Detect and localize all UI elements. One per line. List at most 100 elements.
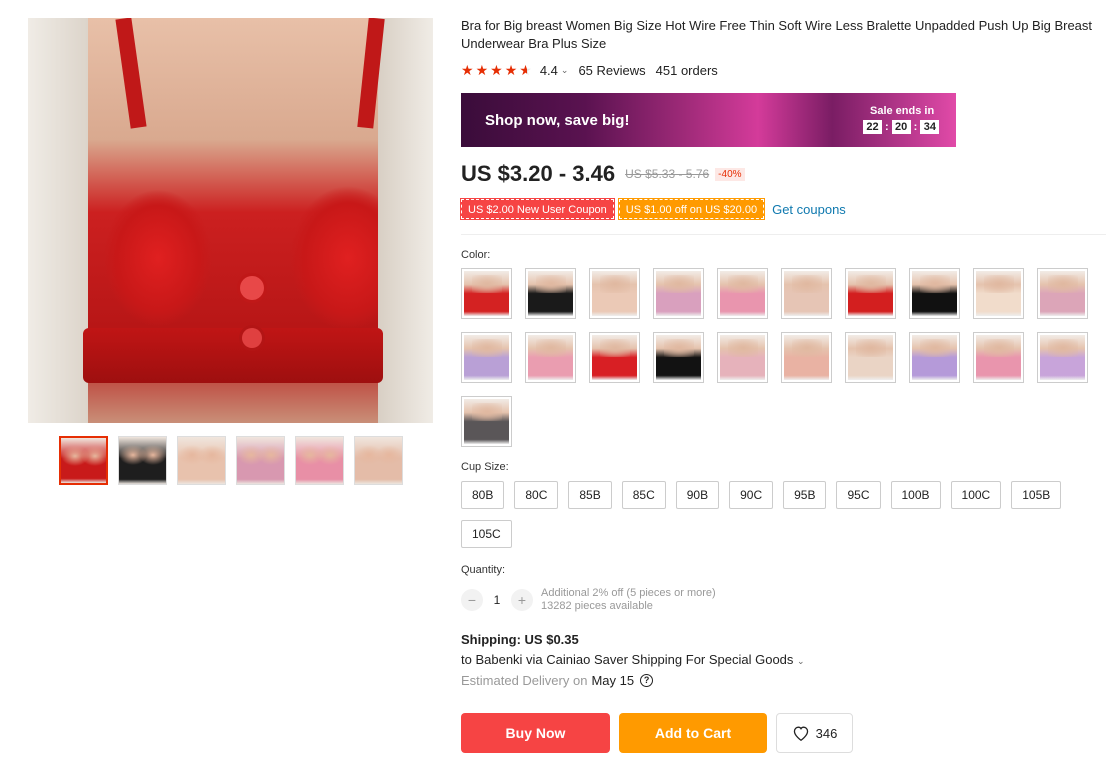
color-swatch[interactable]	[909, 332, 960, 383]
color-swatch[interactable]	[653, 268, 704, 319]
quantity-value[interactable]: 1	[483, 593, 511, 607]
color-swatch-image	[592, 335, 637, 380]
cup-size-option[interactable]: 90C	[729, 481, 774, 509]
cup-size-option[interactable]: 90B	[675, 481, 720, 509]
color-swatch[interactable]	[525, 332, 576, 383]
sale-ends-label: Sale ends in	[870, 105, 935, 117]
star-icon: ★	[504, 62, 518, 78]
cup-size-option[interactable]: 80B	[461, 481, 505, 509]
cup-size-option[interactable]: 85C	[621, 481, 666, 509]
current-price: US $3.20 - 3.46	[461, 161, 616, 186]
color-swatch[interactable]	[461, 332, 512, 383]
color-swatch[interactable]	[461, 396, 512, 447]
color-swatch-image	[976, 335, 1021, 380]
buy-now-button[interactable]: Buy Now	[461, 713, 610, 753]
band-decor	[83, 328, 383, 383]
shipping-method[interactable]: to Babenki via Cainiao Saver Shipping Fo…	[461, 652, 805, 667]
color-swatch-image	[848, 335, 893, 380]
gallery-thumbnail[interactable]	[177, 436, 226, 485]
color-swatch[interactable]	[845, 268, 896, 319]
color-swatch-image	[784, 335, 829, 380]
coupon-row: US $2.00 New User Coupon US $1.00 off on…	[460, 198, 846, 220]
countdown-timer: 22 : 20 : 34	[863, 120, 940, 134]
color-swatch-image	[1040, 271, 1085, 316]
cup-size-option[interactable]: 105C	[461, 520, 512, 548]
heart-icon	[793, 726, 808, 741]
color-swatch[interactable]	[973, 268, 1024, 319]
new-user-coupon[interactable]: US $2.00 New User Coupon	[460, 198, 615, 220]
color-swatch[interactable]	[589, 268, 640, 319]
gallery-thumbnail[interactable]	[295, 436, 344, 485]
shipping-method-text[interactable]: to Babenki via Cainiao Saver Shipping Fo…	[461, 652, 793, 667]
cup-size-option[interactable]: 100B	[890, 481, 941, 509]
rating-value[interactable]: 4.4	[540, 63, 558, 78]
cup-size-option[interactable]: 95C	[836, 481, 881, 509]
thumbnail-image	[61, 438, 106, 483]
color-swatch[interactable]	[1037, 332, 1088, 383]
product-main-image[interactable]	[28, 18, 433, 423]
flower-ornament-lower	[242, 328, 262, 348]
color-swatch[interactable]	[653, 332, 704, 383]
cup-size-option[interactable]: 85B	[568, 481, 612, 509]
color-swatch-image	[464, 335, 509, 380]
quantity-info: Additional 2% off (5 pieces or more) 132…	[541, 587, 716, 613]
question-icon[interactable]: ?	[640, 674, 654, 687]
color-swatch-image	[528, 271, 573, 316]
discount-badge: -40%	[715, 167, 745, 181]
color-swatch[interactable]	[717, 332, 768, 383]
cup-size-option[interactable]: 80C	[514, 481, 559, 509]
estimated-delivery: Estimated Delivery on May 15 ?	[461, 673, 654, 688]
gallery-thumbnail[interactable]	[118, 436, 167, 485]
color-swatch-image	[848, 271, 893, 316]
store-coupon[interactable]: US $1.00 off on US $20.00	[617, 198, 766, 220]
gallery-thumbnail[interactable]	[59, 436, 108, 485]
wishlist-count: 346	[815, 725, 838, 741]
color-swatch-grid	[461, 268, 1106, 447]
timer-colon: :	[913, 121, 918, 133]
divider	[461, 234, 1106, 235]
color-swatch[interactable]	[461, 268, 512, 319]
color-swatch-image	[528, 335, 573, 380]
star-half-icon: ★	[519, 62, 532, 78]
color-swatch[interactable]	[973, 332, 1024, 383]
color-swatch-image	[720, 271, 765, 316]
color-swatch-image	[1040, 335, 1085, 380]
color-swatch[interactable]	[525, 268, 576, 319]
flower-ornament	[240, 276, 264, 300]
wishlist-button[interactable]: 346	[776, 713, 853, 753]
get-coupons-link[interactable]: Get coupons	[772, 202, 846, 217]
timer-hours: 22	[863, 120, 882, 134]
color-swatch[interactable]	[909, 268, 960, 319]
increase-button[interactable]: +	[511, 589, 533, 611]
thumbnail-strip	[59, 436, 403, 485]
thumbnail-image	[355, 437, 402, 484]
shirt-right-decor	[378, 18, 433, 423]
color-swatch[interactable]	[845, 332, 896, 383]
color-swatch[interactable]	[1037, 268, 1088, 319]
thumbnail-image	[237, 437, 284, 484]
gallery-thumbnail[interactable]	[354, 436, 403, 485]
color-swatch[interactable]	[781, 332, 832, 383]
gallery-thumbnail[interactable]	[236, 436, 285, 485]
orders-count: 451 orders	[655, 62, 718, 78]
banner-text: Shop now, save big!	[485, 112, 630, 129]
cup-size-option[interactable]: 105B	[1011, 481, 1062, 509]
chevron-down-icon[interactable]: ⌄	[797, 656, 805, 666]
chevron-down-icon[interactable]: ⌄	[561, 65, 569, 76]
cup-size-option[interactable]: 95B	[783, 481, 827, 509]
color-swatch[interactable]	[781, 268, 832, 319]
shipping-price: Shipping: US $0.35	[461, 632, 579, 647]
cup-size-option[interactable]: 100C	[950, 481, 1002, 509]
color-swatch-image	[592, 271, 637, 316]
reviews-link[interactable]: 65 Reviews	[578, 63, 645, 78]
quantity-label: Quantity:	[461, 564, 506, 576]
original-price: US $5.33 - 5.76	[625, 167, 710, 181]
decrease-button[interactable]: −	[461, 589, 483, 611]
color-swatch-image	[656, 335, 701, 380]
promo-banner[interactable]: Shop now, save big! Sale ends in 22 : 20…	[461, 93, 956, 147]
color-swatch[interactable]	[589, 332, 640, 383]
color-swatch-image	[720, 335, 765, 380]
bulk-discount-note: Additional 2% off (5 pieces or more)	[541, 587, 716, 599]
color-swatch[interactable]	[717, 268, 768, 319]
add-to-cart-button[interactable]: Add to Cart	[619, 713, 767, 753]
